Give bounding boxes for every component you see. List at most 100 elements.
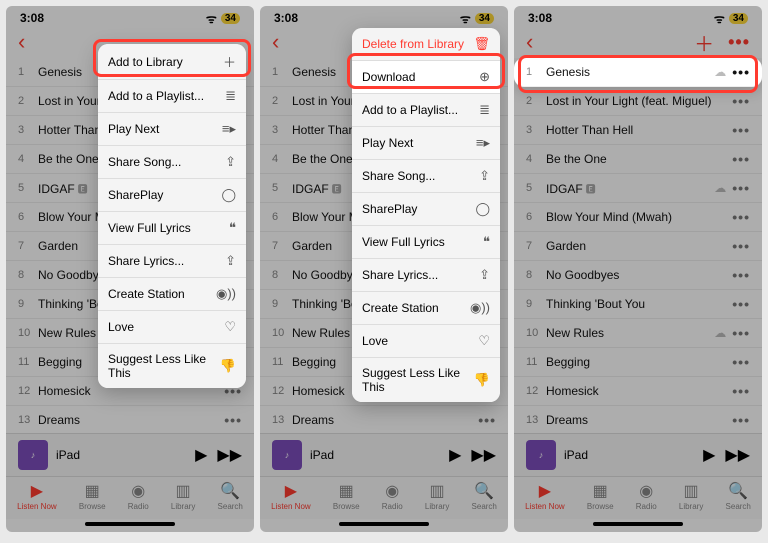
menu-share-lyrics[interactable]: Share Lyrics...⇪ — [98, 245, 246, 278]
menu-play-next[interactable]: Play Next≡▸ — [98, 113, 246, 146]
now-playing-bar[interactable]: ♪ iPad ▶ ▶▶ — [260, 433, 508, 476]
menu-love[interactable]: Love♡ — [98, 311, 246, 344]
track-row[interactable]: 5IDGAF🅴☁••• — [514, 174, 762, 203]
menu-love[interactable]: Love♡ — [352, 325, 500, 358]
screenshot-3: 3:08 ᯤ 34 ‹ ＋ ••• 1Genesis☁•••2Lost in Y… — [514, 6, 762, 532]
menu-create-station[interactable]: Create Station◉)) — [98, 278, 246, 311]
menu-delete-from-library[interactable]: Delete from Library 🗑 — [352, 28, 500, 61]
track-more-icon[interactable]: ••• — [732, 412, 750, 428]
tab-browse[interactable]: ▦Browse — [587, 481, 614, 511]
track-number: 7 — [18, 240, 38, 252]
menu-share-lyrics[interactable]: Share Lyrics...⇪ — [352, 259, 500, 292]
explicit-badge: 🅴 — [332, 185, 342, 196]
tab-browse[interactable]: ▦Browse — [79, 481, 106, 511]
battery-badge: 34 — [221, 13, 240, 24]
track-row[interactable]: 11Begging••• — [514, 348, 762, 377]
track-name: Garden — [546, 239, 732, 253]
track-row[interactable]: 2Lost in Your Light (feat. Miguel)••• — [514, 87, 762, 116]
track-more-icon[interactable]: ••• — [732, 296, 750, 312]
track-row[interactable]: 4Be the One••• — [514, 145, 762, 174]
tab-icon: ▦ — [339, 481, 354, 501]
play-icon[interactable]: ▶ — [449, 445, 461, 465]
menu-create-station[interactable]: Create Station◉)) — [352, 292, 500, 325]
menu-view-full-lyrics[interactable]: View Full Lyrics❝ — [98, 212, 246, 245]
tab-library[interactable]: ▥Library — [171, 481, 195, 511]
share-icon: ⇪ — [225, 154, 236, 170]
play-icon[interactable]: ▶ — [195, 445, 207, 465]
track-more-icon[interactable]: ••• — [732, 354, 750, 370]
track-more-icon[interactable]: ••• — [732, 325, 750, 341]
track-name: Lost in Your Light (feat. Miguel) — [546, 94, 732, 108]
track-more-icon[interactable]: ••• — [224, 412, 242, 428]
add-icon[interactable]: ＋ — [694, 28, 714, 57]
track-more-icon[interactable]: ••• — [732, 122, 750, 138]
forward-icon[interactable]: ▶▶ — [471, 445, 496, 465]
tab-library[interactable]: ▥Library — [425, 481, 449, 511]
track-row[interactable]: 13Dreams••• — [260, 406, 508, 433]
menu-share-song[interactable]: Share Song...⇪ — [98, 146, 246, 179]
tab-library[interactable]: ▥Library — [679, 481, 703, 511]
menu-download[interactable]: Download ⊕ — [352, 61, 500, 94]
play-icon[interactable]: ▶ — [703, 445, 715, 465]
menu-suggest-less-like-this[interactable]: Suggest Less Like This👎 — [98, 344, 246, 388]
back-chevron-icon[interactable]: ‹ — [272, 29, 279, 55]
tab-search[interactable]: 🔍Search — [726, 481, 751, 511]
tab-browse[interactable]: ▦Browse — [333, 481, 360, 511]
menu-play-next[interactable]: Play Next≡▸ — [352, 127, 500, 160]
forward-icon[interactable]: ▶▶ — [725, 445, 750, 465]
menu-add-to-a-playlist[interactable]: Add to a Playlist...≣ — [98, 80, 246, 113]
menu-suggest-less-like-this[interactable]: Suggest Less Like This👎 — [352, 358, 500, 402]
menu-view-full-lyrics[interactable]: View Full Lyrics❝ — [352, 226, 500, 259]
track-row[interactable]: 13Dreams••• — [6, 406, 254, 433]
track-row[interactable]: 8No Goodbyes••• — [514, 261, 762, 290]
tab-radio[interactable]: ◉Radio — [636, 481, 657, 511]
menu-share-song[interactable]: Share Song...⇪ — [352, 160, 500, 193]
track-row[interactable]: 12Homesick••• — [514, 377, 762, 406]
tab-listen-now[interactable]: ▶Listen Now — [525, 481, 565, 511]
back-chevron-icon[interactable]: ‹ — [18, 29, 25, 55]
track-more-icon[interactable]: ••• — [732, 209, 750, 225]
tab-listen-now[interactable]: ▶Listen Now — [271, 481, 311, 511]
forward-icon[interactable]: ▶▶ — [217, 445, 242, 465]
track-name: Dreams — [292, 413, 478, 427]
track-more-icon[interactable]: ••• — [732, 64, 750, 80]
track-more-icon[interactable]: ••• — [732, 383, 750, 399]
back-chevron-icon[interactable]: ‹ — [526, 29, 533, 55]
track-number: 8 — [526, 269, 546, 281]
track-more-icon[interactable]: ••• — [732, 238, 750, 254]
track-row[interactable]: 7Garden••• — [514, 232, 762, 261]
tab-listen-now[interactable]: ▶Listen Now — [17, 481, 57, 511]
menu-add-to-library[interactable]: Add to Library ＋ — [98, 44, 246, 80]
track-more-icon[interactable]: ••• — [732, 93, 750, 109]
track-row[interactable]: 6Blow Your Mind (Mwah)••• — [514, 203, 762, 232]
tab-icon: ◉ — [131, 481, 145, 501]
now-playing-bar[interactable]: ♪ iPad ▶ ▶▶ — [6, 433, 254, 476]
tab-icon: ▶ — [31, 481, 43, 501]
track-more-icon[interactable]: ••• — [732, 267, 750, 283]
cloud-status-icon: ☁ — [714, 181, 726, 195]
track-row[interactable]: 3Hotter Than Hell••• — [514, 116, 762, 145]
tab-icon: 🔍 — [474, 481, 494, 501]
track-row[interactable]: 1Genesis☁••• — [514, 58, 762, 87]
more-icon[interactable]: ••• — [728, 32, 750, 53]
tab-radio[interactable]: ◉Radio — [382, 481, 403, 511]
tab-radio[interactable]: ◉Radio — [128, 481, 149, 511]
track-row[interactable]: 13Dreams••• — [514, 406, 762, 433]
track-more-icon[interactable]: ••• — [732, 180, 750, 196]
tab-search[interactable]: 🔍Search — [472, 481, 497, 511]
tab-search[interactable]: 🔍Search — [218, 481, 243, 511]
now-playing-bar[interactable]: ♪ iPad ▶ ▶▶ — [514, 433, 762, 476]
menu-shareplay[interactable]: SharePlay◯ — [352, 193, 500, 226]
track-row[interactable]: 9Thinking 'Bout You••• — [514, 290, 762, 319]
tab-icon: ◉ — [385, 481, 399, 501]
track-row[interactable]: 10New Rules☁••• — [514, 319, 762, 348]
lyrics-icon: ❝ — [483, 234, 490, 250]
track-more-icon[interactable]: ••• — [732, 151, 750, 167]
menu-add-to-a-playlist[interactable]: Add to a Playlist...≣ — [352, 94, 500, 127]
tab-label: Search — [472, 502, 497, 511]
menu-shareplay[interactable]: SharePlay◯ — [98, 179, 246, 212]
playlist-icon: ≣ — [479, 102, 490, 118]
tab-icon: ▥ — [176, 481, 191, 501]
track-name: Genesis — [546, 65, 714, 79]
track-more-icon[interactable]: ••• — [478, 412, 496, 428]
